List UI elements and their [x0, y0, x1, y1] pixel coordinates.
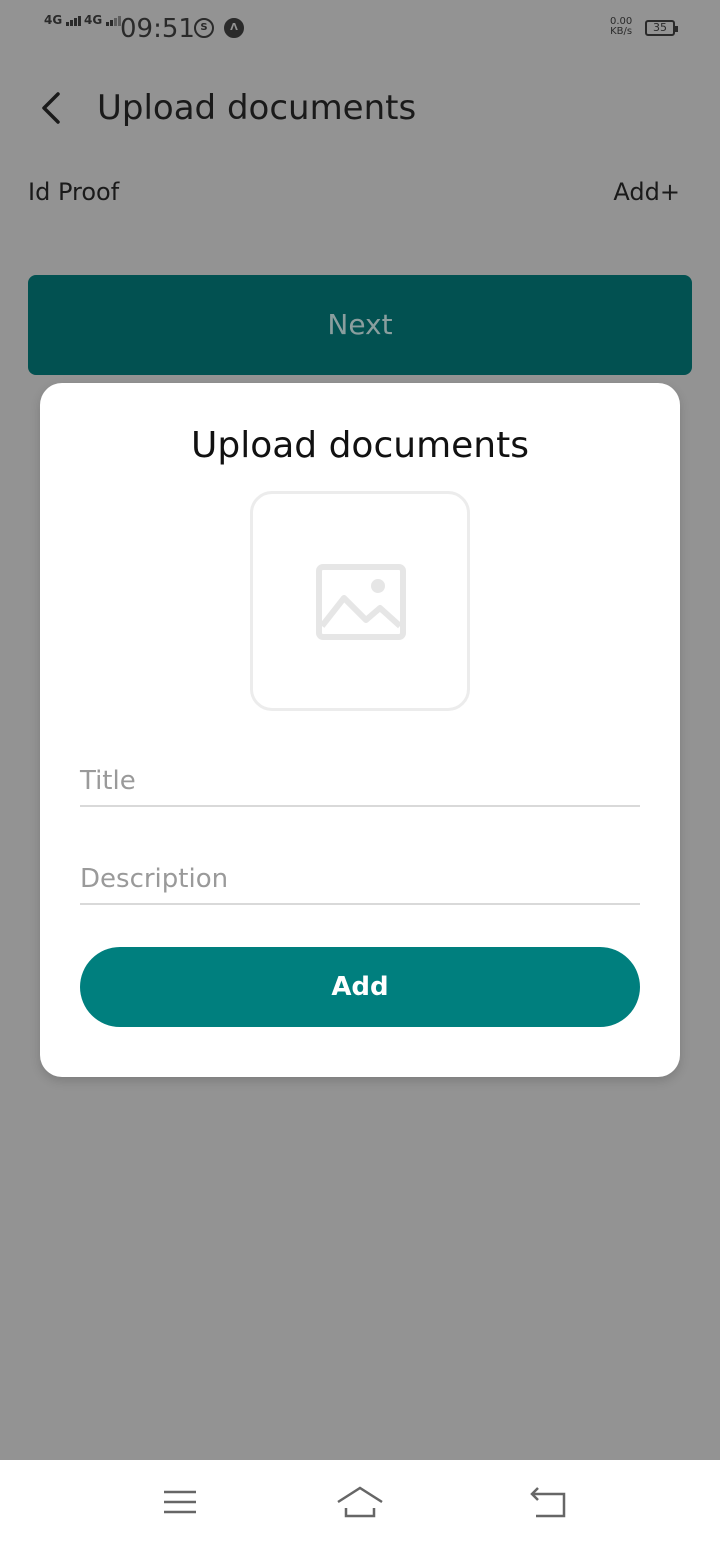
id-proof-row: Id Proof Add+ [28, 170, 680, 214]
signal-bars-icon [66, 14, 82, 26]
page-title: Upload documents [97, 88, 417, 128]
dialog-title: Upload documents [191, 425, 529, 466]
clock: 09:51 [120, 14, 195, 44]
signal-indicator-2: 4G [84, 14, 122, 26]
speed-unit: KB/s [610, 26, 633, 37]
network-speed: 0.00 KB/s [610, 17, 632, 37]
menu-icon[interactable] [162, 1484, 198, 1524]
signal-indicator-1: 4G [44, 14, 82, 26]
image-picker[interactable] [250, 491, 470, 711]
add-id-proof-link[interactable]: Add+ [613, 170, 680, 214]
title-input[interactable]: Title [80, 757, 640, 807]
network-type-2: 4G [84, 13, 103, 27]
description-input[interactable]: Description [80, 855, 640, 905]
next-button[interactable]: Next [28, 275, 692, 375]
network-type-1: 4G [44, 13, 63, 27]
back-arrow-icon[interactable] [36, 84, 68, 132]
status-bar: 4G 4G 09:51 S Λ 0.00 KB/s 35 [0, 0, 720, 56]
battery-icon: 35 [645, 20, 678, 36]
sync-icon: S [194, 18, 214, 38]
system-nav-bar [0, 1460, 720, 1544]
add-button[interactable]: Add [80, 947, 640, 1027]
back-nav-icon[interactable] [528, 1484, 568, 1524]
upload-dialog: Upload documents Title Description Add [40, 383, 680, 1077]
notification-icon: Λ [224, 18, 244, 38]
home-icon[interactable] [336, 1484, 384, 1524]
app-header: Upload documents [0, 70, 720, 146]
id-proof-label: Id Proof [28, 178, 120, 206]
image-icon [316, 564, 406, 640]
